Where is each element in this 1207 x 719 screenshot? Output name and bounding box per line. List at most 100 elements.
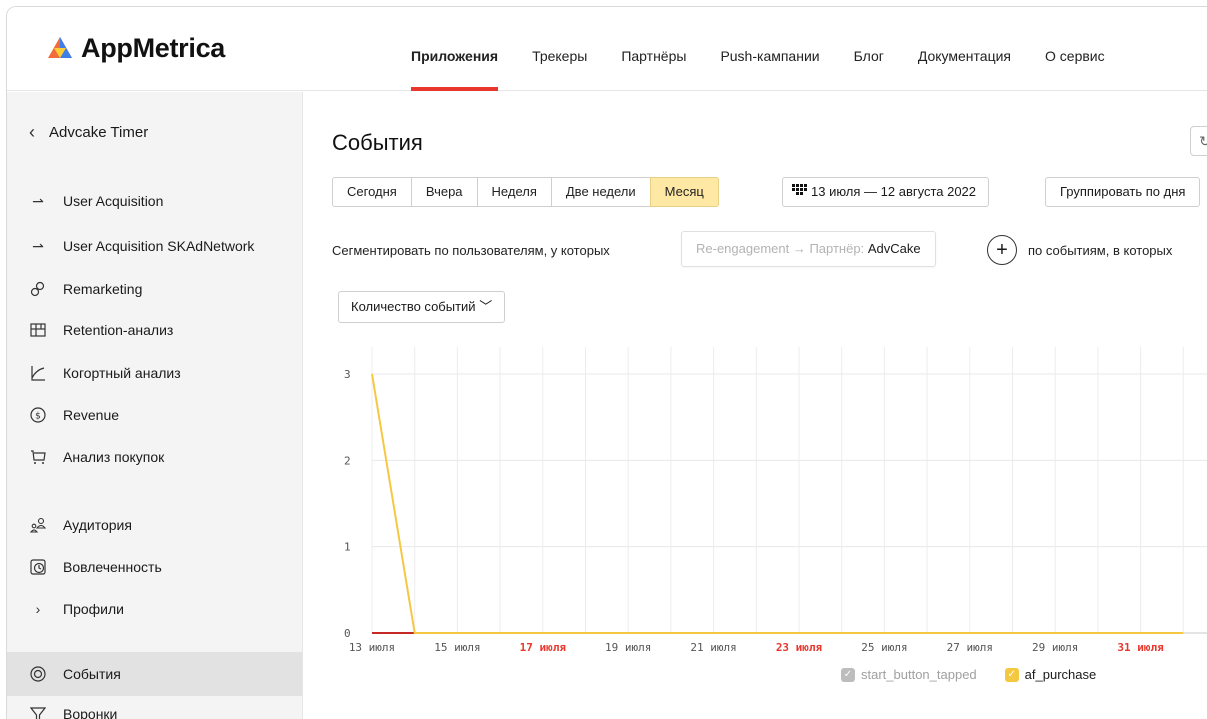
sidebar-item-user-acquisition[interactable]: ⇀ User Acquisition	[29, 192, 163, 210]
nav-item-apps[interactable]: Приложения	[411, 7, 499, 91]
chart-series	[371, 373, 1184, 634]
calendar-icon	[791, 178, 807, 206]
svg-text:$: $	[35, 412, 41, 422]
dollar-icon: $	[29, 406, 47, 424]
period-yesterday[interactable]: Вчера	[410, 177, 478, 207]
remarketing-icon	[29, 280, 47, 298]
sidebar-item-remarketing[interactable]: Remarketing	[29, 280, 142, 298]
date-range-label: 13 июля — 12 августа 2022	[811, 184, 977, 199]
sidebar-item-skadnetwork[interactable]: ⇀ User Acquisition SKAdNetwork	[29, 237, 254, 255]
clock-icon	[29, 558, 47, 576]
sidebar-item-label: События	[63, 666, 121, 682]
grid-icon	[29, 321, 47, 339]
page-title: События	[332, 130, 423, 155]
checkbox-icon: ✓	[841, 667, 855, 682]
series-line-af-purchase	[371, 373, 1184, 634]
logo[interactable]: AppMetrica	[45, 33, 225, 64]
legend-label: start_button_tapped	[861, 667, 977, 682]
cart-icon	[29, 448, 47, 466]
legend-af-purchase[interactable]: ✓ af_purchase	[1004, 667, 1097, 682]
sidebar-item-audience[interactable]: Аудитория	[29, 516, 132, 534]
x-tick-label: 31 июля	[1117, 641, 1163, 654]
x-tick-label: 17 июля	[520, 641, 566, 654]
chart-grid	[371, 347, 1207, 634]
sidebar-item-engagement[interactable]: Вовлеченность	[29, 558, 162, 576]
sidebar-item-label: Вовлеченность	[63, 559, 162, 575]
metric-selector[interactable]: Количество событий ﹀	[338, 291, 506, 323]
chart-y-axis: 0 1 2 3	[344, 368, 351, 640]
sidebar-item-label: User Acquisition SKAdNetwork	[63, 238, 255, 254]
logo-text: AppMetrica	[81, 33, 226, 63]
target-icon	[29, 665, 47, 683]
sidebar-item-label: Анализ покупок	[63, 449, 165, 465]
date-range-picker[interactable]: 13 июля — 12 августа 2022	[782, 177, 990, 207]
sidebar-item-label: Когортный анализ	[63, 365, 181, 381]
metric-selector-label: Количество событий	[351, 299, 476, 314]
sidebar-item-funnels[interactable]: Воронки	[29, 705, 117, 719]
sidebar-item-label: Remarketing	[63, 281, 143, 297]
segment-chip-value: AdvCake	[867, 241, 921, 256]
sidebar-item-label: Retention-анализ	[63, 322, 174, 338]
y-tick-label: 2	[344, 454, 351, 467]
segment-filter-chip[interactable]: Re-engagement → Партнёр: AdvCake	[681, 231, 936, 267]
nav-item-trackers[interactable]: Трекеры	[532, 7, 587, 91]
nav-item-push[interactable]: Push-кампании	[720, 7, 819, 91]
sidebar-back-link[interactable]: ‹ Advcake Timer	[29, 122, 148, 143]
sidebar-item-label: Профили	[63, 601, 124, 617]
nav-item-partners[interactable]: Партнёры	[621, 7, 686, 91]
period-week[interactable]: Неделя	[476, 177, 552, 207]
x-tick-label: 23 июля	[776, 641, 822, 654]
nav-item-about[interactable]: О сервис	[1045, 7, 1105, 91]
x-tick-label: 27 июля	[947, 641, 993, 654]
sidebar-item-revenue[interactable]: $ Revenue	[29, 406, 119, 424]
nav-item-docs[interactable]: Документация	[918, 7, 1011, 91]
sidebar-item-label: Аудитория	[63, 517, 132, 533]
x-tick-label: 29 июля	[1032, 641, 1078, 654]
sidebar-item-label: Воронки	[63, 706, 118, 719]
main-nav: Приложения Трекеры Партнёры Push-кампани…	[411, 7, 1139, 91]
legend-start-button-tapped[interactable]: ✓ start_button_tapped	[841, 667, 977, 682]
arrow-right-icon: ⇀	[32, 237, 44, 254]
sidebar-item-label: User Acquisition	[63, 193, 164, 209]
period-month[interactable]: Месяц	[649, 177, 719, 207]
chart-x-axis: 13 июля 15 июля 17 июля 19 июля 21 июля 23 ию…	[349, 641, 1164, 654]
checkbox-icon: ✓	[1004, 667, 1019, 682]
audience-icon	[29, 516, 47, 534]
chevron-right-icon: ›	[35, 601, 41, 617]
events-line-chart: 0 1 2 3 13 июля 15 июля 17 июля 19 июля 21 июля…	[344, 347, 1207, 654]
main-content: События ↻ Сегодня Вчера Неделя Две недел…	[304, 92, 1207, 719]
group-by-button[interactable]: Группировать по дня	[1045, 177, 1201, 207]
refresh-icon: ↻	[1199, 133, 1207, 150]
period-selector: Сегодня Вчера Неделя Две недели Месяц	[332, 177, 719, 207]
sidebar-item-cohort[interactable]: Когортный анализ	[29, 364, 181, 382]
x-tick-label: 15 июля	[434, 641, 480, 654]
x-tick-label: 25 июля	[861, 641, 907, 654]
sidebar-item-profiles[interactable]: › Профили	[29, 600, 124, 618]
sidebar-item-events[interactable]: События	[29, 665, 121, 683]
arrow-right-icon: ⇀	[32, 192, 44, 209]
x-tick-label: 21 июля	[690, 641, 736, 654]
x-tick-label: 19 июля	[605, 641, 651, 654]
y-tick-label: 0	[344, 627, 351, 640]
sidebar-item-retention[interactable]: Retention-анализ	[29, 321, 173, 339]
refresh-button[interactable]: ↻	[1190, 126, 1207, 156]
chart-legend: ✓ start_button_tapped ✓ af_purchase	[841, 667, 1124, 682]
period-today[interactable]: Сегодня	[332, 177, 412, 207]
y-tick-label: 1	[344, 541, 351, 554]
period-two-weeks[interactable]: Две недели	[550, 177, 651, 207]
cohort-chart-icon	[29, 364, 47, 382]
segment-chip-condition: Re-engagement → Партнёр:	[696, 241, 865, 256]
sidebar: ‹ Advcake Timer ⇀ User Acquisition ⇀ Use…	[7, 92, 303, 719]
sidebar-item-label: Revenue	[63, 407, 120, 423]
add-segment-button[interactable]: +	[987, 235, 1017, 265]
sidebar-item-purchases[interactable]: Анализ покупок	[29, 448, 164, 466]
appmetrica-logo-icon	[48, 36, 72, 58]
app-window: AppMetrica Приложения Трекеры Партнёры P…	[6, 6, 1207, 719]
nav-item-blog[interactable]: Блог	[854, 7, 884, 91]
top-header: AppMetrica Приложения Трекеры Партнёры P…	[7, 7, 1207, 91]
legend-label: af_purchase	[1024, 667, 1097, 682]
chevron-down-icon: ﹀	[479, 299, 493, 314]
funnel-icon	[29, 705, 47, 719]
y-tick-label: 3	[344, 368, 351, 381]
sidebar-app-name: Advcake Timer	[49, 124, 149, 141]
